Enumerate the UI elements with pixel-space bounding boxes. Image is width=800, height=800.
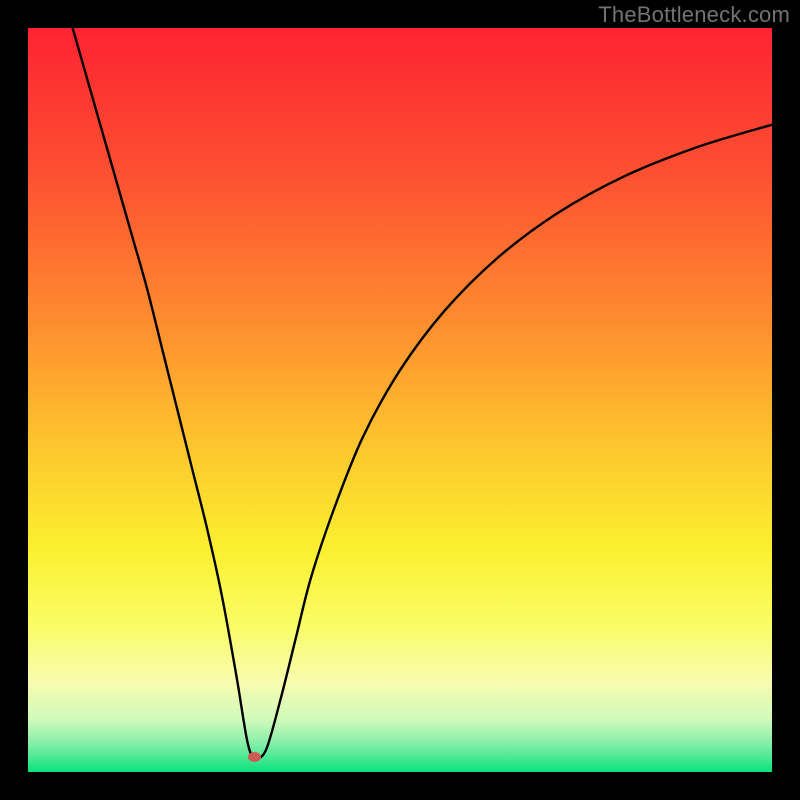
watermark-label: TheBottleneck.com <box>598 2 790 28</box>
plot-area <box>28 28 772 772</box>
bottleneck-curve <box>28 28 772 772</box>
chart-frame: TheBottleneck.com <box>0 0 800 800</box>
